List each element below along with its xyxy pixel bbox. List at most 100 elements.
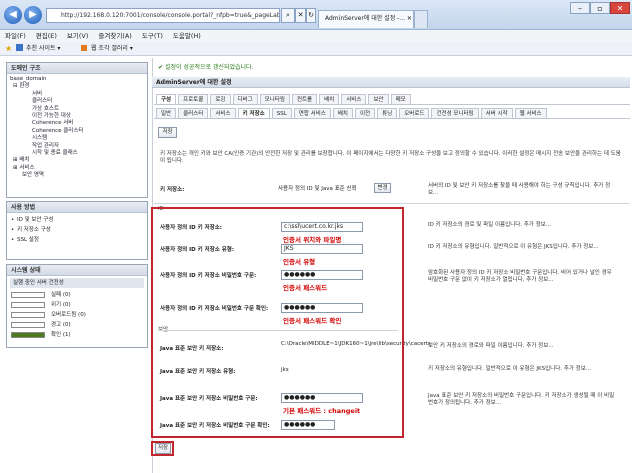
health-row[interactable]: 오버로드됨 (0) — [7, 310, 147, 320]
new-tab-button[interactable] — [414, 10, 428, 28]
tree-node[interactable]: 작업 관리자 — [10, 143, 147, 150]
keystore-desc: 서버의 ID 및 보안 키 저장소를 찾을 때 사용해야 하는 구성 규칙입니다… — [428, 183, 611, 197]
health-bar — [11, 322, 45, 328]
tab-primary-1[interactable]: 프로토콜 — [178, 94, 209, 104]
maximize-icon[interactable]: ▫ — [590, 2, 610, 14]
health-row[interactable]: 경고 (0) — [7, 320, 147, 330]
address-bar[interactable]: http://192.168.0.120:7001/console/consol… — [46, 8, 280, 23]
refresh-icon[interactable]: ↻ — [306, 8, 316, 23]
tab-primary-0[interactable]: 구성 — [156, 94, 177, 104]
web-slice-gallery-link[interactable]: 웹 조각 갤러리 ▾ — [91, 43, 133, 54]
section-divider — [154, 203, 630, 204]
tree-node[interactable]: 가상 호스트 — [10, 106, 147, 113]
health-row[interactable]: 확인 (1) — [7, 330, 147, 340]
search-icon[interactable]: ⌕ — [281, 8, 295, 23]
tab-primary-9[interactable]: 메모 — [390, 94, 411, 104]
tab-secondary-12[interactable]: 웹 서비스 — [514, 108, 547, 118]
menu-item[interactable]: 편집(E) — [31, 30, 62, 42]
tree-node[interactable]: 시작 및 종료 클래스 — [10, 150, 147, 157]
tree-node[interactable]: 보안 영역 — [10, 172, 147, 179]
tab-secondary-1[interactable]: 클러스터 — [178, 108, 209, 118]
tree-node[interactable]: 이전 가능한 대상 — [10, 113, 147, 120]
menu-item[interactable]: 보기(V) — [62, 30, 93, 42]
forward-icon[interactable]: ▶ — [24, 6, 42, 24]
highlight-box — [151, 207, 404, 438]
field-desc: ID 키 저장소의 유형입니다. 일반적으로 이 유형은 JKS입니다. 추가 … — [428, 244, 599, 250]
minimize-icon[interactable]: – — [570, 2, 590, 14]
save-button-bottom[interactable]: 저장 — [155, 443, 171, 454]
tab-secondary-6[interactable]: 배치 — [332, 108, 353, 118]
field-desc: Java 표준 보안 키 저장소의 비밀번호 구문입니다. 키 저장소가 생성될… — [428, 393, 615, 407]
health-bar — [11, 332, 45, 338]
tab-primary-7[interactable]: 서비스 — [341, 94, 367, 104]
health-row[interactable]: 위기 (0) — [7, 300, 147, 310]
tab-divider — [154, 104, 630, 105]
save-button-top[interactable]: 저장 — [158, 127, 177, 138]
tab-secondary-7[interactable]: 이전 — [354, 108, 376, 118]
tree-node[interactable]: ⊟ 환경 — [10, 83, 147, 90]
tab-secondary-4[interactable]: SSL — [271, 108, 292, 118]
menu-item[interactable]: 도구(T) — [137, 30, 168, 42]
tab-primary-2[interactable]: 로깅 — [210, 94, 231, 104]
menu-item[interactable]: 즐겨찾기(A) — [93, 30, 136, 42]
howto-list: ID 및 보안 구성 키 저장소 구성 SSL 설정 — [7, 213, 147, 245]
tab-secondary-2[interactable]: 서비스 — [210, 108, 236, 118]
tab-secondary-8[interactable]: 튜닝 — [377, 108, 398, 118]
favorites-bar: ★ 추천 사이트 ▾ 웹 조각 갤러리 ▾ — [0, 42, 632, 56]
browser-tab-active[interactable]: AdminServer에 대한 설정 -... ✕ — [318, 10, 414, 28]
health-label: 위기 (0) — [51, 302, 71, 308]
close-icon[interactable]: ✕ — [610, 2, 630, 14]
tab-secondary-10[interactable]: 건전성 모니터링 — [431, 108, 479, 118]
tree-node[interactable]: Coherence 서버 — [10, 120, 147, 127]
health-bar — [11, 292, 45, 298]
success-text: 설정이 성공적으로 갱신되었습니다. — [164, 64, 254, 71]
suggested-sites-link[interactable]: 추천 사이트 ▾ — [26, 43, 60, 54]
tab-secondary-3[interactable]: 키 저장소 — [237, 108, 270, 118]
health-label: 오버로드됨 (0) — [51, 312, 86, 318]
health-row[interactable]: 실패 (0) — [7, 290, 147, 300]
system-status-title: 시스템 상태 — [7, 265, 147, 276]
field-desc: 키 저장소의 유형입니다. 일반적으로 이 유형은 JKS입니다. 추가 정보.… — [428, 366, 592, 372]
lock-icon[interactable]: ✕ — [295, 8, 306, 23]
tree-node[interactable]: 시스템 — [10, 135, 147, 142]
tab-secondary-0[interactable]: 일반 — [156, 108, 177, 118]
tab-primary-5[interactable]: 컨트롤 — [291, 94, 318, 104]
menu-item[interactable]: 도움말(H) — [168, 30, 206, 42]
field-desc: 보안 키 저장소의 경로와 파일 이름입니다. 추가 정보... — [428, 343, 554, 349]
tree-node[interactable]: ⊞ 배치 — [10, 157, 147, 164]
howto-link[interactable]: SSL 설정 — [7, 235, 147, 245]
menu-item[interactable]: 파일(F) — [0, 30, 31, 42]
tab-secondary-11[interactable]: 서버 시작 — [480, 108, 513, 118]
browser-titlebar: ◀ ▶ http://192.168.0.120:7001/console/co… — [0, 0, 632, 30]
tab-secondary-5[interactable]: 연합 서비스 — [293, 108, 331, 118]
web-slice-icon — [81, 45, 87, 51]
server-health-heading: 실행 중인 서버 건전성 — [10, 278, 144, 288]
tab-primary-3[interactable]: 디버그 — [232, 94, 258, 104]
tab-primary-6[interactable]: 배치 — [319, 94, 340, 104]
domain-structure-panel: 도메인 구조 base_domain ⊟ 환경 서버 클러스터 가상 호스트 이… — [6, 62, 148, 198]
domain-structure-title: 도메인 구조 — [7, 63, 147, 74]
star-icon[interactable]: ★ — [5, 44, 12, 53]
success-message: ✔ 설정이 성공적으로 갱신되었습니다. — [158, 62, 253, 71]
primary-tabs: 구성 프로토콜 로깅 디버그 모니터링 컨트롤 배치 서비스 보안 메모 — [156, 94, 413, 104]
field-desc: ID 키 저장소의 경로 및 파일 이름입니다. 추가 정보... — [428, 222, 551, 228]
settings-header: AdminServer에 대한 설정 — [152, 77, 630, 88]
tree-node[interactable]: 서버 — [10, 91, 147, 98]
check-icon: ✔ — [158, 64, 165, 71]
health-bar — [11, 312, 45, 318]
back-icon[interactable]: ◀ — [4, 6, 22, 24]
health-label: 경고 (0) — [51, 322, 71, 328]
howto-link[interactable]: 키 저장소 구성 — [7, 225, 147, 235]
tree-node[interactable]: 클러스터 — [10, 98, 147, 105]
menu-bar: 파일(F) 편집(E) 보기(V) 즐겨찾기(A) 도구(T) 도움말(H) — [0, 30, 632, 42]
tab-primary-8[interactable]: 보안 — [368, 94, 389, 104]
tree-node[interactable]: Coherence 클러스터 — [10, 128, 147, 135]
change-button[interactable]: 변경 — [374, 183, 391, 193]
tab-secondary-9[interactable]: 오버로드 — [399, 108, 430, 118]
system-status-panel: 시스템 상태 실행 중인 서버 건전성 실패 (0) 위기 (0) 오버로드됨 (0… — [6, 264, 148, 348]
tab-primary-4[interactable]: 모니터링 — [259, 94, 290, 104]
health-label: 확인 (1) — [51, 332, 71, 338]
howto-link[interactable]: ID 및 보안 구성 — [7, 215, 147, 225]
tree-node[interactable]: base_domain — [10, 76, 147, 83]
intro-text: 키 저장소는 개인 키와 보안 CA(인증 기관)의 안전한 저장 및 관리를 … — [160, 151, 621, 165]
